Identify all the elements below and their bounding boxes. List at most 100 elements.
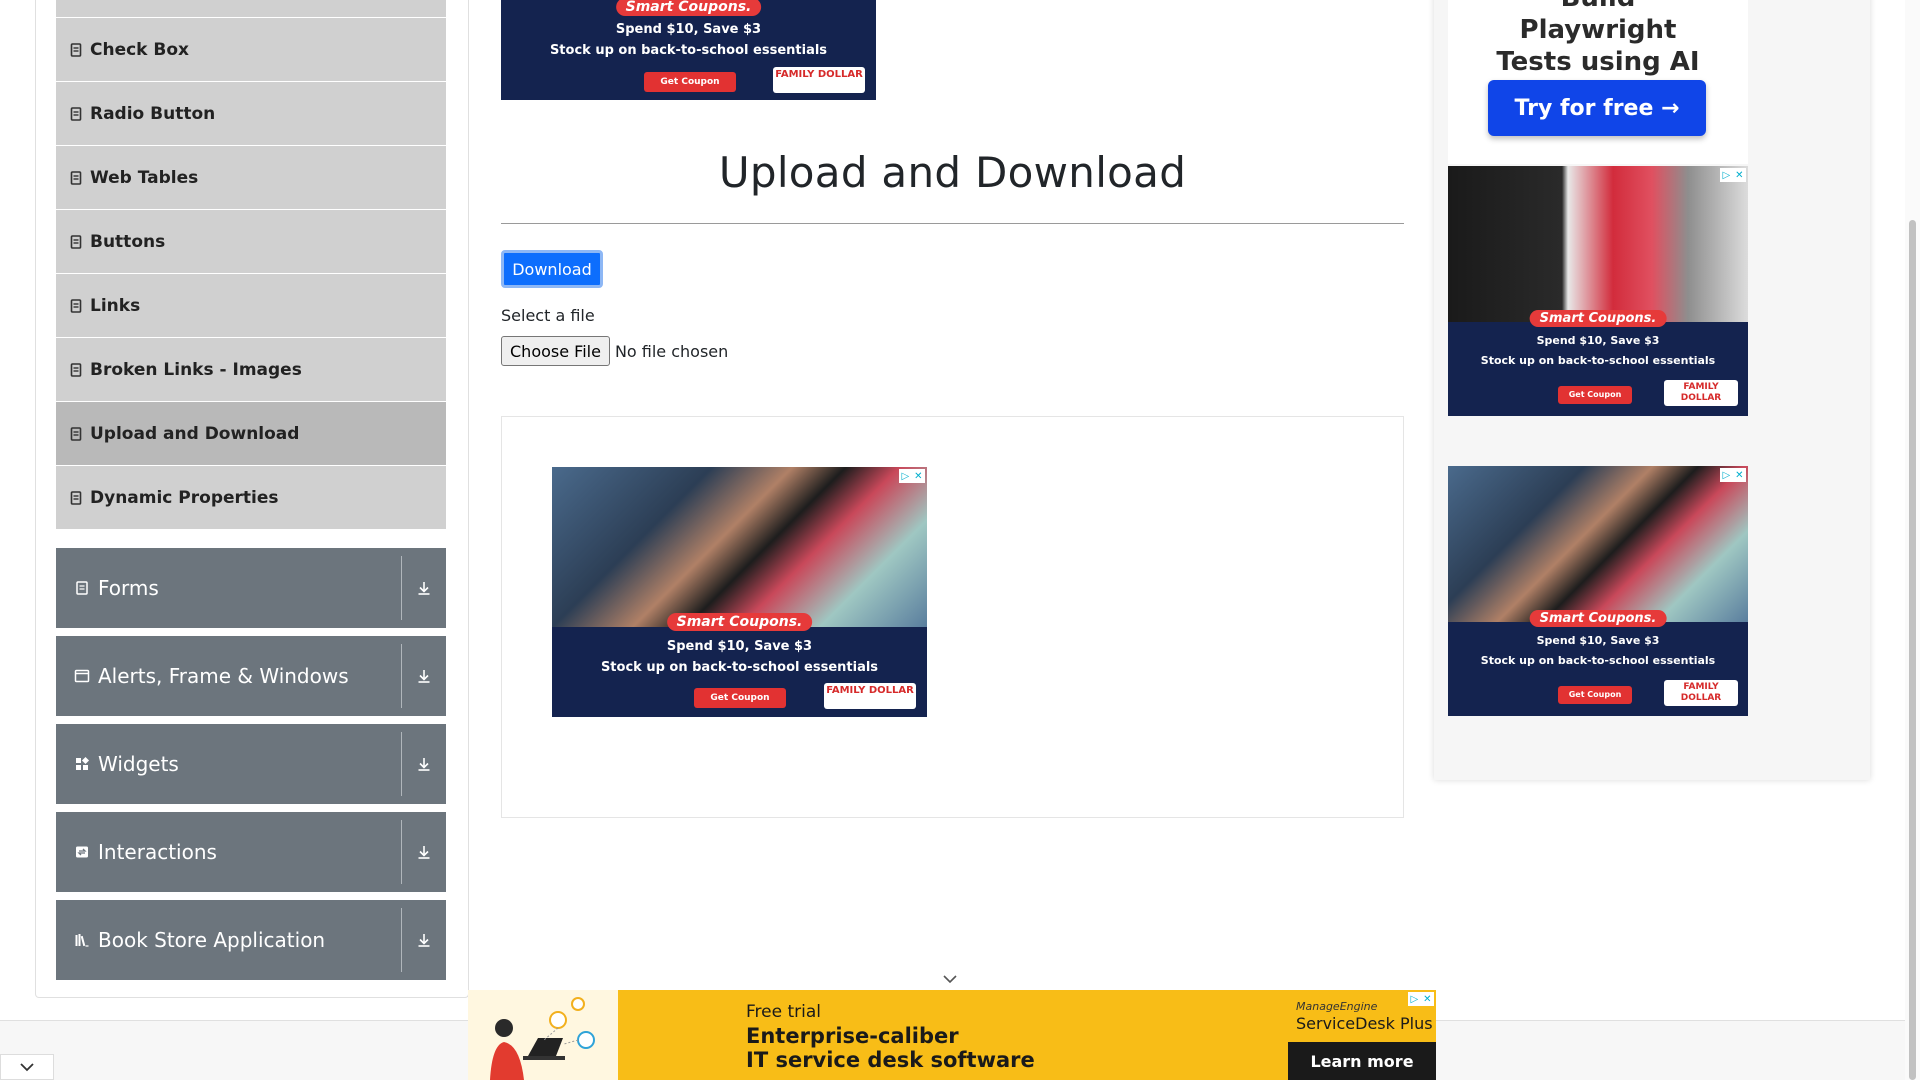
document-icon: [70, 106, 82, 121]
ad-stock-text: Stock up on back-to-school essentials: [1480, 354, 1716, 367]
group-interactions[interactable]: Interactions: [56, 812, 446, 892]
interactions-icon: [74, 844, 90, 860]
ad-spend-text: Spend $10, Save $3: [1536, 634, 1660, 647]
scrollbar-thumb[interactable]: [1909, 220, 1916, 1080]
ad-spend-text: Spend $10, Save $3: [1536, 334, 1660, 347]
chevron-down-icon: [20, 1063, 34, 1072]
ad-pill: Smart Coupons.: [615, 0, 762, 16]
widgets-icon: [74, 756, 90, 772]
group-forms[interactable]: Forms: [56, 548, 446, 628]
ad-stock-text: Stock up on back-to-school essentials: [1480, 654, 1716, 667]
document-icon: [70, 490, 82, 505]
menu-item-label: Links: [90, 295, 141, 316]
document-icon: [70, 362, 82, 377]
ad-stock-text: Stock up on back-to-school essentials: [549, 43, 828, 58]
ad-spend-text: Spend $10, Save $3: [615, 22, 762, 37]
file-status: No file chosen: [614, 341, 729, 361]
learn-more-button[interactable]: Learn more: [1288, 1042, 1436, 1080]
download-arrow-icon[interactable]: [402, 724, 446, 804]
playwright-promo[interactable]: Build Playwright Tests using AI Try for …: [1448, 0, 1748, 164]
footer-toggle[interactable]: [0, 1054, 54, 1080]
file-input[interactable]: Choose File No file chosen: [501, 336, 728, 366]
document-icon: [70, 170, 82, 185]
family-dollar-logo: FAMILY DOLLAR: [1664, 380, 1738, 406]
group-label: Widgets: [98, 752, 179, 776]
ad-photo: [1448, 466, 1748, 622]
menu-item-label: Broken Links - Images: [90, 359, 302, 380]
try-free-button[interactable]: Try for free →: [1488, 80, 1706, 136]
ad-illustration: [468, 990, 618, 1080]
page: Check Box Radio Button Web Tables Button…: [0, 0, 1920, 1080]
ad-pill: Smart Coupons.: [1529, 610, 1667, 627]
document-icon: [70, 42, 82, 57]
page-title: Upload and Download: [718, 148, 1187, 197]
ad-photo: [1448, 166, 1748, 322]
chevron-down-icon[interactable]: [942, 974, 958, 984]
ad-pill: Smart Coupons.: [666, 613, 813, 631]
ad-free-trial-text: Free trial: [746, 1002, 821, 1022]
ad-pill: Smart Coupons.: [1529, 310, 1667, 327]
ad-close-icon[interactable]: ▷ ✕: [1720, 168, 1746, 182]
menu-item-upload-download[interactable]: Upload and Download: [56, 402, 446, 466]
download-arrow-icon[interactable]: [402, 548, 446, 628]
vertical-scrollbar[interactable]: [1905, 0, 1920, 1080]
window-icon: [74, 668, 90, 684]
menu-item-dynamic-properties[interactable]: Dynamic Properties: [56, 466, 446, 530]
menu-item-links[interactable]: Links: [56, 274, 446, 338]
title-divider: [501, 223, 1404, 224]
ad-get-coupon-button[interactable]: Get Coupon: [644, 72, 736, 92]
ad-banner-top[interactable]: Smart Coupons. Spend $10, Save $3 Stock …: [501, 0, 876, 100]
ad-brand: ServiceDesk Plus: [1296, 1014, 1433, 1033]
ad-get-coupon-button[interactable]: Get Coupon: [694, 688, 786, 708]
menu-item-top[interactable]: [56, 0, 446, 18]
family-dollar-logo: FAMILY DOLLAR: [1664, 680, 1738, 706]
menu-item-label: Check Box: [90, 39, 190, 60]
document-icon: [70, 426, 82, 441]
ad-get-coupon-button[interactable]: Get Coupon: [1558, 686, 1632, 704]
ad-close-icon[interactable]: ▷ ✕: [1720, 468, 1746, 482]
document-icon: [70, 298, 82, 313]
books-icon: [74, 932, 90, 948]
group-alerts-frame-windows[interactable]: Alerts, Frame & Windows: [56, 636, 446, 716]
choose-file-button[interactable]: Choose File: [501, 336, 610, 366]
ad-brand-small: ManageEngine: [1296, 1000, 1378, 1013]
ad-stock-text: Stock up on back-to-school essentials: [600, 660, 879, 675]
promo-headline: Build Playwright Tests using AI: [1496, 0, 1700, 77]
select-file-label: Select a file: [501, 306, 595, 325]
ad-close-icon[interactable]: ▷ ✕: [1408, 992, 1434, 1006]
download-arrow-icon[interactable]: [402, 812, 446, 892]
form-icon: [74, 580, 90, 596]
download-arrow-icon[interactable]: [402, 636, 446, 716]
group-label: Book Store Application: [98, 928, 326, 952]
ad-headline-line: Enterprise-caliber: [746, 1024, 959, 1048]
menu-item-label: Dynamic Properties: [90, 487, 279, 508]
menu-item-buttons[interactable]: Buttons: [56, 210, 446, 274]
family-dollar-logo: FAMILY DOLLAR: [773, 67, 865, 93]
menu-item-check-box[interactable]: Check Box: [56, 18, 446, 82]
menu-item-label: Web Tables: [90, 167, 199, 188]
ad-banner-right-2[interactable]: ▷ ✕ Smart Coupons. Spend $10, Save $3 Sto…: [1448, 466, 1748, 716]
ad-get-coupon-button[interactable]: Get Coupon: [1558, 386, 1632, 404]
group-widgets[interactable]: Widgets: [56, 724, 446, 804]
download-arrow-icon[interactable]: [402, 900, 446, 980]
ad-photo: [552, 467, 927, 627]
menu-item-web-tables[interactable]: Web Tables: [56, 146, 446, 210]
menu-item-label: Radio Button: [90, 103, 216, 124]
ad-headline-line: IT service desk software: [746, 1048, 1035, 1072]
ad-banner-right-1[interactable]: ▷ ✕ Smart Coupons. Spend $10, Save $3 Sto…: [1448, 166, 1748, 416]
family-dollar-logo: FAMILY DOLLAR: [824, 683, 916, 709]
download-button[interactable]: Download: [501, 250, 603, 288]
person-laptop-icon: [490, 997, 595, 1080]
elements-menu: Check Box Radio Button Web Tables Button…: [56, 0, 446, 530]
bottom-ad-banner[interactable]: Free trial Enterprise-caliber IT service…: [468, 990, 1436, 1080]
group-label: Alerts, Frame & Windows: [98, 664, 349, 688]
ad-banner-main[interactable]: ▷ ✕ Smart Coupons. Spend $10, Save $3 Sto…: [552, 467, 927, 717]
ad-headline: Enterprise-caliber IT service desk softw…: [746, 1024, 1035, 1072]
document-icon: [70, 234, 82, 249]
right-rail: Build Playwright Tests using AI Try for …: [1434, 0, 1870, 780]
ad-close-icon[interactable]: ▷ ✕: [899, 469, 925, 483]
group-book-store[interactable]: Book Store Application: [56, 900, 446, 980]
menu-item-broken-links[interactable]: Broken Links - Images: [56, 338, 446, 402]
menu-item-radio-button[interactable]: Radio Button: [56, 82, 446, 146]
ad-spend-text: Spend $10, Save $3: [666, 639, 813, 654]
